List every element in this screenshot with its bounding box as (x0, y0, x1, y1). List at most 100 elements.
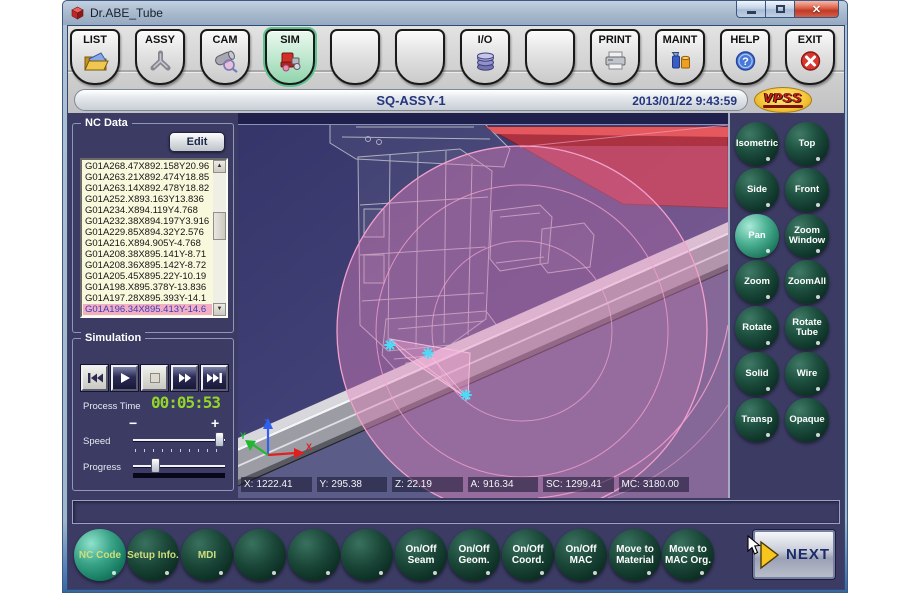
view-button-front[interactable]: Front (785, 168, 829, 212)
3d-viewport[interactable]: Z X Y X:1222.41 Y:295.38 (238, 113, 730, 498)
bottom-button-mdi[interactable]: MDI (181, 529, 233, 581)
view-button-zoomall[interactable]: ZoomAll (785, 260, 829, 304)
nc-line[interactable]: G01A263.21X892.474Y18.85 (83, 172, 212, 183)
tab-label: ASSY (137, 34, 183, 47)
coordinate-mc: MC:3180.00 (619, 477, 690, 492)
nc-line[interactable]: G01A216.X894.905Y-4.768 (83, 238, 212, 249)
scrollbar-thumb[interactable] (213, 212, 226, 240)
svg-text:Y: Y (240, 431, 246, 441)
view-button-zoom[interactable]: Zoom (735, 260, 779, 304)
bottom-button-empty-2[interactable] (288, 529, 340, 581)
tab-print[interactable]: PRINT (590, 29, 640, 85)
nc-line[interactable]: G01A252.X893.163Y13.836 (83, 194, 212, 205)
transport-controls (81, 365, 228, 391)
tab-cam[interactable]: CAM (200, 29, 250, 85)
nc-line[interactable]: G01A232.38X894.197Y3.916 (83, 216, 212, 227)
bottom-button-move-to-mac-org[interactable]: Move to MAC Org. (662, 529, 714, 581)
svg-text:Z: Z (264, 418, 270, 428)
maximize-button[interactable] (765, 1, 794, 18)
printer-icon (592, 49, 638, 73)
bottom-button-onoff-geom[interactable]: On/Off Geom. (448, 529, 500, 581)
tab-assy[interactable]: ASSY (135, 29, 185, 85)
titlebar[interactable]: Dr.ABE_Tube ✕ (63, 1, 847, 25)
progress-slider-thumb[interactable] (151, 458, 160, 473)
scroll-down-icon[interactable]: ▼ (213, 303, 226, 316)
stop-icon (149, 372, 161, 384)
stop-button[interactable] (141, 365, 168, 391)
nc-line[interactable]: G01A208.38X895.141Y-8.71 (83, 249, 212, 260)
view-button-rotate[interactable]: Rotate (735, 306, 779, 350)
skip-to-end-button[interactable] (201, 365, 228, 391)
bottom-button-empty-1[interactable] (234, 529, 286, 581)
bottom-button-move-to-material[interactable]: Move to Material (609, 529, 661, 581)
nc-line[interactable]: G01A196.34X895.413Y-14.6 (83, 304, 212, 315)
status-row: SQ-ASSY-1 2013/01/22 9:43:59 VPSS (68, 87, 844, 113)
tab-maint[interactable]: MAINT (655, 29, 705, 85)
nc-line[interactable]: G01A198.X895.378Y-13.836 (83, 282, 212, 293)
nc-line[interactable]: G01A229.85X894.32Y2.576 (83, 227, 212, 238)
tab-empty-3[interactable] (525, 29, 575, 85)
exit-icon (787, 49, 833, 73)
bottom-button-nc-code[interactable]: NC Code (74, 529, 126, 581)
tab-list[interactable]: LIST (70, 29, 120, 85)
bottom-button-empty-3[interactable] (341, 529, 393, 581)
speed-slider-thumb[interactable] (215, 432, 224, 447)
fast-forward-icon (177, 372, 193, 384)
tab-io[interactable]: I/O (460, 29, 510, 85)
nc-line[interactable]: G01A197.28X895.393Y-14.1 (83, 293, 212, 304)
next-button[interactable]: NEXT (752, 529, 836, 580)
tab-help[interactable]: HELP ? (720, 29, 770, 85)
nc-line[interactable]: G01A208.36X895.142Y-8.72 (83, 260, 212, 271)
vpss-logo-text: VPSS (764, 92, 803, 104)
tab-sim[interactable]: SIM (265, 29, 315, 85)
nc-scrollbar[interactable]: ▲ ▼ (213, 160, 226, 316)
skip-to-start-icon (86, 372, 103, 384)
view-button-wire[interactable]: Wire (785, 352, 829, 396)
scroll-up-icon[interactable]: ▲ (213, 160, 226, 173)
coordinate-x: X:1222.41 (241, 477, 312, 492)
view-button-transp[interactable]: Transp (735, 398, 779, 442)
speed-slider[interactable] (133, 439, 225, 441)
view-button-top[interactable]: Top (785, 122, 829, 166)
app-window: Dr.ABE_Tube ✕ LIST (62, 0, 848, 593)
progress-slider[interactable] (133, 465, 225, 467)
view-button-rotate-tube[interactable]: Rotate Tube (785, 306, 829, 350)
minimize-button[interactable] (736, 1, 765, 18)
edit-button[interactable]: Edit (169, 132, 225, 152)
main-area: NC Data Edit G01A268.47X892.158Y20.96 G0… (68, 113, 844, 498)
nc-line[interactable]: G01A205.45X895.22Y-10.19 (83, 271, 212, 282)
play-button[interactable] (111, 365, 138, 391)
view-button-side[interactable]: Side (735, 168, 779, 212)
toolbar: LIST ASSY (68, 26, 844, 113)
view-button-zoom-window[interactable]: Zoom Window (785, 214, 829, 258)
help-icon: ? (722, 49, 768, 73)
close-button[interactable]: ✕ (794, 1, 839, 18)
speed-ticks (135, 449, 225, 452)
nc-line[interactable]: G01A263.14X892.478Y18.82 (83, 183, 212, 194)
cam-icon (202, 49, 248, 73)
nc-code-list[interactable]: G01A268.47X892.158Y20.96 G01A263.21X892.… (80, 158, 228, 318)
speed-increase-icon[interactable]: + (211, 415, 219, 431)
sim-icon (267, 49, 313, 73)
tab-label: I/O (462, 34, 508, 47)
nc-data-panel: NC Data Edit G01A268.47X892.158Y20.96 G0… (72, 123, 234, 333)
view-button-isometric[interactable]: Isometric (735, 122, 779, 166)
bottom-button-onoff-seam[interactable]: On/Off Seam (395, 529, 447, 581)
speed-decrease-icon[interactable]: − (129, 415, 137, 431)
nc-line[interactable]: G01A268.47X892.158Y20.96 (83, 161, 212, 172)
skip-to-start-button[interactable] (81, 365, 108, 391)
fast-forward-button[interactable] (171, 365, 198, 391)
bottom-button-onoff-coord[interactable]: On/Off Coord. (502, 529, 554, 581)
folder-icon (72, 49, 118, 73)
tab-exit[interactable]: EXIT (785, 29, 835, 85)
bottom-button-setup-info[interactable]: Setup Info. (127, 529, 179, 581)
nc-data-title: NC Data (81, 117, 132, 129)
next-arrow-icon (758, 540, 780, 570)
bottom-button-onoff-mac[interactable]: On/Off MAC (555, 529, 607, 581)
view-button-opaque[interactable]: Opaque (785, 398, 829, 442)
view-button-solid[interactable]: Solid (735, 352, 779, 396)
tab-empty-2[interactable] (395, 29, 445, 85)
nc-line[interactable]: G01A234.X894.119Y4.768 (83, 205, 212, 216)
tab-empty-1[interactable] (330, 29, 380, 85)
view-button-pan[interactable]: Pan (735, 214, 779, 258)
